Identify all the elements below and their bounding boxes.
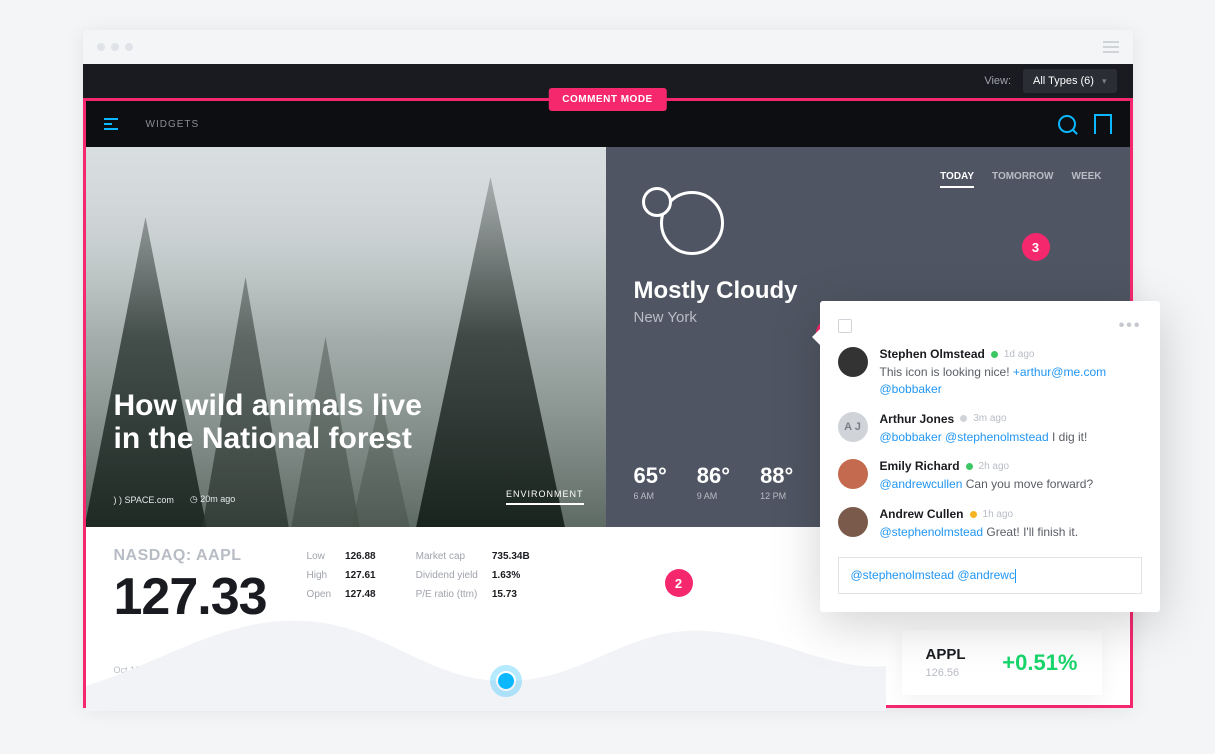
tab-week[interactable]: WEEK [1072,171,1102,188]
bookmark-icon[interactable] [1094,114,1112,134]
comment-marker-2[interactable]: 2 [665,569,693,597]
view-type-dropdown[interactable]: All Types (6) ▾ [1023,69,1116,93]
stock-summary-card[interactable]: APPL 126.56 +0.51% [902,630,1102,695]
comment-item: A J Arthur Jones 3m ago @bobbaker @steph… [838,412,1142,446]
chevron-down-icon: ▾ [1102,76,1107,87]
hero-article-card[interactable]: How wild animals livein the National for… [86,147,606,527]
clock-icon: ◷ 20m ago [190,494,235,505]
status-dot [970,511,977,518]
avatar[interactable]: A J [838,412,868,442]
status-dot [960,415,967,422]
avatar[interactable] [838,347,868,377]
temp-hour: 86°9 AM [697,463,730,501]
comment-mode-badge: COMMENT MODE [548,88,666,111]
tab-today[interactable]: TODAY [940,171,974,188]
card-symbol: APPL [926,646,966,663]
card-change: +0.51% [1002,650,1077,676]
status-dot [991,351,998,358]
traffic-lights[interactable] [97,43,133,51]
temp-hour: 65°6 AM [634,463,667,501]
ticker-label: NASDAQ: AAPL [114,547,267,565]
widgets-label[interactable]: WIDGETS [146,119,200,130]
reply-input[interactable]: @stephenolmstead @andrewc [838,557,1142,594]
cloudy-icon [634,185,724,255]
avatar[interactable] [838,459,868,489]
source-label: ) ) SPACE.com [114,495,174,505]
browser-frame: View: All Types (6) ▾ COMMENT MODE WIDGE… [83,30,1133,708]
hero-meta: ) ) SPACE.com ◷ 20m ago [114,494,236,505]
comment-thread-popover: ••• Stephen Olmstead 1d ago This icon is… [820,301,1160,612]
resolve-checkbox[interactable] [838,319,852,333]
hourly-temps: 65°6 AM 86°9 AM 88°12 PM [634,463,794,501]
status-dot [966,463,973,470]
app-canvas: COMMENT MODE WIDGETS How wild animals li… [83,98,1133,708]
search-icon[interactable] [1058,115,1076,133]
view-type-value: All Types (6) [1033,75,1094,87]
category-tag[interactable]: ENVIRONMENT [506,489,584,505]
comment-item: Andrew Cullen 1h ago @stephenolmstead Gr… [838,507,1142,541]
stock-chart [86,591,886,711]
tab-tomorrow[interactable]: TOMORROW [992,171,1053,188]
hero-headline: How wild animals livein the National for… [114,389,422,455]
hamburger-icon[interactable] [1103,46,1119,48]
comment-item: Stephen Olmstead 1d ago This icon is loo… [838,347,1142,398]
browser-titlebar [83,30,1133,64]
hero-image [86,147,606,527]
card-price: 126.56 [926,667,966,679]
weather-tabs: TODAY TOMORROW WEEK [940,171,1101,188]
menu-icon[interactable] [104,118,118,130]
comment-thread: Stephen Olmstead 1d ago This icon is loo… [838,347,1142,541]
comment-item: Emily Richard 2h ago @andrewcullen Can y… [838,459,1142,493]
comment-marker-3[interactable]: 3 [1022,233,1050,261]
view-label: View: [984,75,1011,87]
more-icon[interactable]: ••• [1119,317,1142,335]
avatar[interactable] [838,507,868,537]
temp-hour: 88°12 PM [760,463,793,501]
